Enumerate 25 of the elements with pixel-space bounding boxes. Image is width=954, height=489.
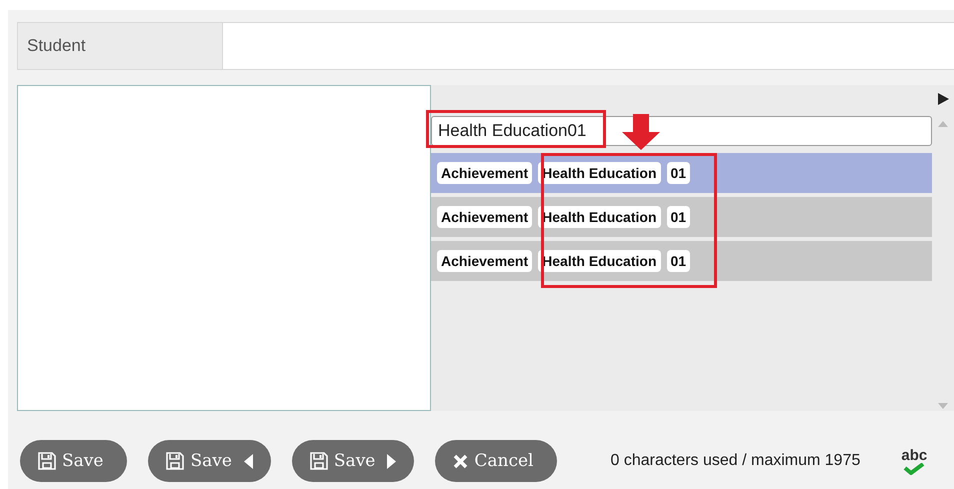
- close-icon: [453, 454, 468, 468]
- floppy-disk-icon: [38, 452, 56, 470]
- down-arrow-icon: [622, 114, 660, 150]
- floppy-disk-icon: [310, 452, 328, 470]
- comment-text-area[interactable]: [17, 85, 431, 411]
- cancel-button[interactable]: Cancel: [435, 440, 558, 482]
- save-button[interactable]: Save: [148, 440, 271, 482]
- save-button[interactable]: Save: [20, 440, 128, 482]
- category-tag: Achievement: [437, 250, 532, 272]
- category-tag: Achievement: [437, 206, 532, 228]
- check-icon: [903, 462, 926, 474]
- code-tag: 01: [666, 250, 690, 272]
- caret-left-icon: [244, 454, 253, 468]
- code-tag: 01: [666, 162, 690, 184]
- play-arrow-icon[interactable]: [938, 93, 948, 105]
- floppy-disk-icon: [166, 452, 184, 470]
- save-button[interactable]: Save: [292, 440, 414, 482]
- search-field[interactable]: Health Education01: [431, 116, 932, 146]
- character-count: 0 characters used / maximum 1975: [610, 452, 860, 470]
- category-tag: Achievement: [437, 162, 532, 184]
- caret-right-icon: [387, 454, 396, 468]
- scroll-down-icon[interactable]: [938, 403, 948, 409]
- scroll-up-icon[interactable]: [938, 121, 948, 127]
- spellcheck-button[interactable]: abc: [901, 448, 928, 474]
- code-tag: 01: [666, 206, 690, 228]
